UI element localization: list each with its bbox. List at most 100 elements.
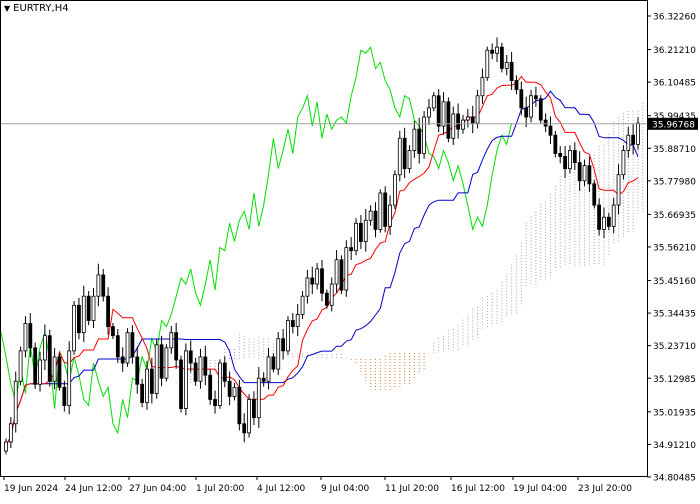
bullish-candle [23,323,28,352]
bullish-candle [441,101,446,127]
bullish-candle [247,399,251,434]
bullish-candle [164,347,169,379]
bullish-candle [636,122,640,145]
bearish-candle [349,247,354,252]
bearish-candle [115,335,120,358]
bullish-candle [397,137,402,176]
bullish-candle [276,338,281,370]
x-tick-label: 11 Jul 20:00 [385,484,439,494]
bearish-candle [606,216,611,227]
bullish-candle [52,356,57,382]
bullish-candle [602,216,606,230]
bullish-candle [8,423,13,443]
bullish-candle [145,368,149,403]
bearish-candle [543,119,548,127]
bearish-candle [106,295,110,327]
bullish-candle [393,174,397,206]
bearish-candle [242,423,247,434]
bullish-candle [568,150,572,170]
bullish-candle [363,219,368,242]
bearish-candle [237,386,242,425]
x-axis: 19 Jun 2024 24 Jun 12:00 27 Jun 04:00 1 Jul… [3,476,632,494]
bullish-candle [256,377,261,419]
bullish-candle [626,134,631,151]
bearish-candle [436,95,441,127]
y-tick-label: 35.56210 [653,243,696,253]
bearish-candle [538,98,543,121]
bearish-candle [339,259,344,291]
x-tick-label: 24 Jun 12:00 [65,484,122,494]
x-tick-label: 19 Jul 04:00 [513,484,567,494]
bearish-candle [383,192,388,227]
bearish-candle [188,350,193,364]
bearish-candle [563,156,567,170]
bearish-candle [149,368,154,394]
bullish-candle [125,332,130,364]
bearish-candle [33,347,38,385]
bearish-candle [358,222,363,242]
bullish-candle [412,128,417,151]
bearish-candle [174,332,179,361]
bullish-candle [465,116,470,121]
bearish-candle [101,274,106,297]
x-tick-label: 9 Jul 04:00 [321,484,370,494]
chart-area[interactable]: 35.96768 36.32260 36.21210 36.10485 35.9943… [0,0,700,500]
bullish-candle [529,95,533,118]
bearish-candle [577,162,582,182]
bullish-candle [485,49,490,78]
bullish-candle [266,356,271,382]
x-tick-label: 16 Jul 12:00 [451,484,505,494]
bullish-candle [67,350,72,406]
bearish-candle [587,165,592,185]
bullish-candle [378,192,383,230]
bearish-candle [373,210,378,230]
bearish-candle [281,338,286,352]
bullish-candle [495,46,499,54]
bearish-candle [597,204,602,230]
bearish-candle [490,49,495,54]
y-tick-label: 36.32260 [653,13,696,23]
x-tick-label: 4 Jul 12:00 [257,484,306,494]
bullish-candle [96,274,101,297]
bearish-candle [62,386,67,406]
y-tick-label: 34.80485 [653,473,696,483]
y-tick-label: 35.01935 [653,408,696,418]
bullish-candle [388,204,392,227]
bearish-candle [57,356,62,388]
y-tick-label: 36.21210 [653,46,696,56]
bullish-candle [504,61,509,69]
bullish-candle [38,359,42,385]
bullish-candle [407,150,412,170]
bearish-candle [130,332,135,358]
y-tick-label: 35.77980 [653,177,696,187]
bearish-candle [111,326,115,337]
bullish-candle [305,277,310,297]
x-tick-label: 27 Jun 04:00 [129,484,186,494]
bearish-candle [179,359,183,409]
bearish-candle [514,80,519,91]
bearish-candle [519,89,524,109]
bearish-candle [310,277,315,285]
bullish-candle [354,222,358,252]
x-tick-label: 1 Jul 20:00 [196,484,245,494]
dropdown-triangle-icon: ▼ [4,4,11,13]
y-tick-label: 35.99435 [653,112,696,122]
chart-svg[interactable]: 35.96768 36.3226036.2121036.1048535.9943… [0,0,700,500]
bearish-candle [509,61,514,81]
bearish-candle [213,399,217,406]
bullish-candle [329,283,334,306]
bearish-candle [135,356,140,385]
symbol-label-text: EURTRY,H4 [13,3,69,14]
bullish-candle [183,350,188,409]
bearish-candle [548,125,553,136]
bullish-candle [4,441,8,452]
bearish-candle [28,323,33,349]
bullish-candle [475,95,480,124]
bearish-candle [222,362,227,382]
bullish-candle [422,116,426,154]
bearish-candle [402,137,407,170]
bearish-candle [534,95,538,100]
bearish-candle [456,113,461,130]
bullish-candle [611,204,616,227]
bullish-candle [300,295,305,315]
